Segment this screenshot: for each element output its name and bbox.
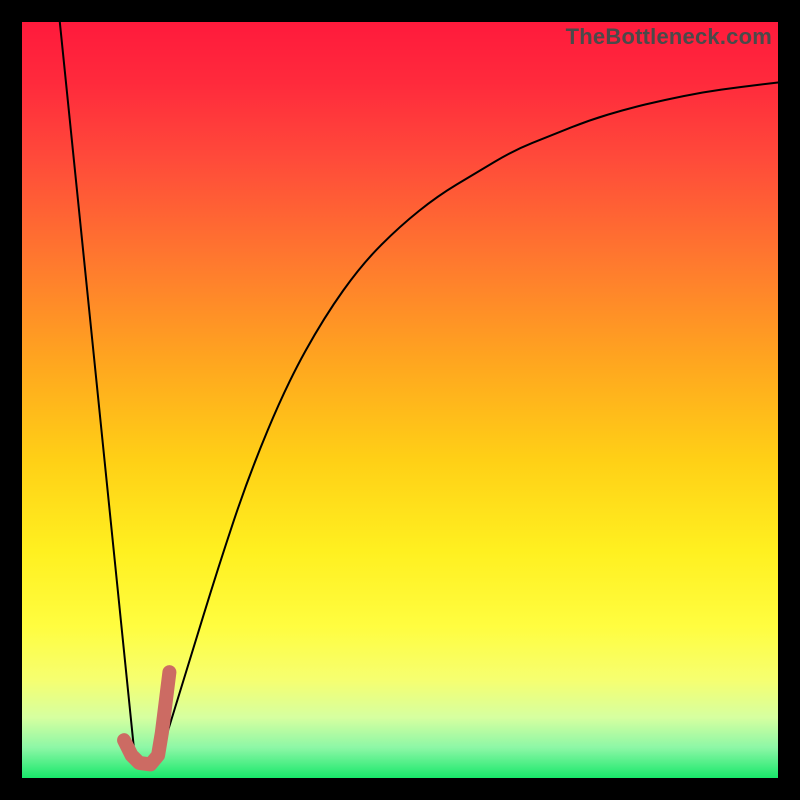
chart-frame: TheBottleneck.com [0,0,800,800]
series-right-rising-curve [158,82,778,762]
series-layer [60,22,778,764]
chart-svg [22,22,778,778]
series-left-descending-line [60,22,136,763]
plot-area: TheBottleneck.com [22,22,778,778]
